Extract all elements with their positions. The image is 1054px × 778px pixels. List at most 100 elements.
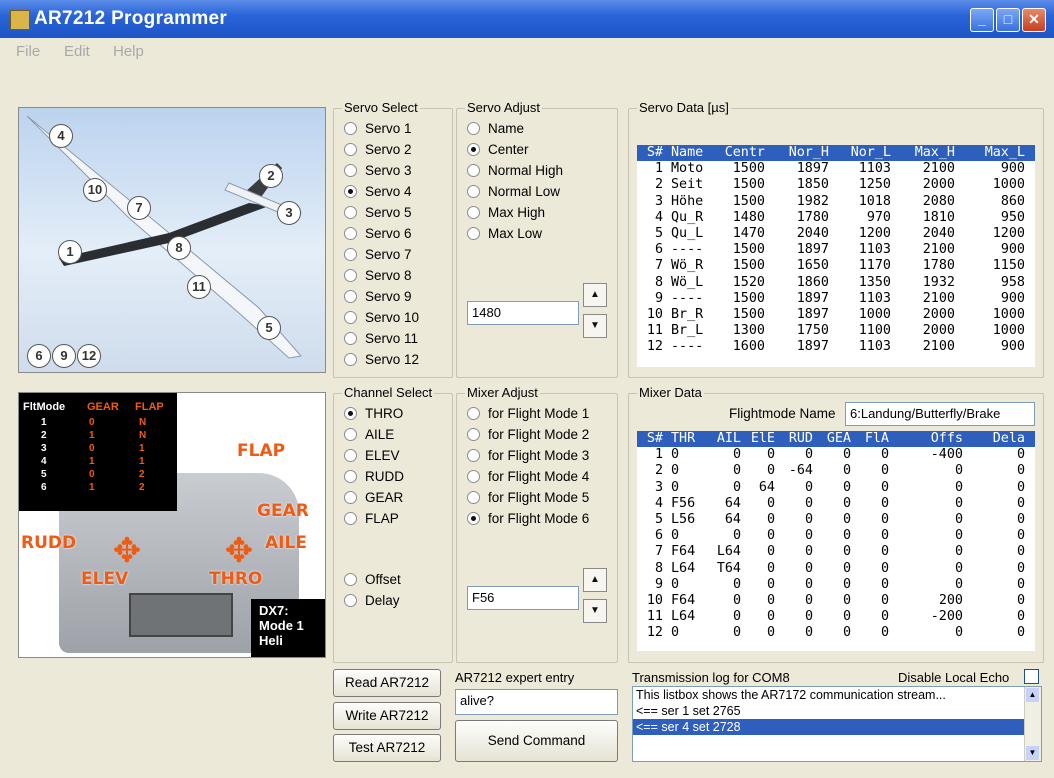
transmitter-image: FltMode GEAR FLAP 1 0 N 2 1 N 3 0 1 4 1 1 5 0 2 6 1 2 FLA… [18, 392, 326, 658]
servo-radio-1[interactable]: Servo 1 [344, 120, 412, 138]
mixer-mode-radio-4[interactable]: for Flight Mode 4 [467, 468, 589, 486]
servo_data-cell: 1897 [796, 161, 829, 177]
servo_data-row[interactable]: 3 Höhe 1500 1982 1018 2080 860 [637, 194, 1035, 210]
servo-radio-7[interactable]: Servo 7 [344, 246, 412, 264]
mixer_data-row[interactable]: 8 L64 T64 0 0 0 0 0 0 [637, 561, 1035, 577]
servo_data-cell: 900 [1000, 290, 1025, 306]
servo_data-row[interactable]: 12 ---- 1600 1897 1103 2100 900 [637, 339, 1035, 355]
mixer_data-row[interactable]: 900000000 [637, 577, 1035, 593]
menu-edit[interactable]: Edit [64, 43, 90, 60]
servo_data-row[interactable]: 2 Seit 1500 1850 1250 2000 1000 [637, 177, 1035, 193]
servo_data-row[interactable]: 6 ---- 1500 1897 1103 2100 900 [637, 242, 1035, 258]
servo-value-up-button[interactable]: ▲ [583, 283, 607, 307]
channel-radio-3[interactable]: ELEV [344, 447, 400, 465]
servo_data-cell: 1170 [858, 258, 891, 274]
servo_data-row[interactable]: 7 Wö_R 1500 1650 1170 1780 1150 [637, 258, 1035, 274]
servo_data-cell: 2080 [922, 193, 955, 209]
mixer_data-header-row[interactable]: S# THR AIL ElE RUD GEA FlA Offs Dela [637, 431, 1035, 448]
mixer_data-cell: 0 [804, 576, 813, 592]
mixer-value-down-button[interactable]: ▼ [583, 599, 607, 623]
write-button[interactable]: Write AR7212 [333, 702, 441, 730]
log-listbox[interactable]: This listbox shows the AR7172 communicat… [632, 686, 1042, 762]
flightmode-table-cell: 2 [41, 430, 47, 441]
mixer-mode-radio-6[interactable]: for Flight Mode 6 [467, 510, 589, 528]
read-button[interactable]: Read AR7212 [333, 669, 441, 697]
servo_data-row[interactable]: 5 Qu_L 1470 2040 1200 2040 1200 [637, 226, 1035, 242]
servo_data-header-row[interactable]: S# Name Centr Nor_H Nor_L Max_H Max_L [637, 145, 1035, 162]
test-button[interactable]: Test AR7212 [333, 734, 441, 762]
mixer_data-row[interactable]: 2 0 0 0 -64 0 0 0 0 [637, 463, 1035, 479]
servo-radio-9[interactable]: Servo 9 [344, 288, 412, 306]
channel-radio-6[interactable]: FLAP [344, 510, 399, 528]
servo-radio-2[interactable]: Servo 2 [344, 141, 412, 159]
servo_data-row[interactable]: 1 Moto 1500 1897 1103 2100 900 [637, 161, 1035, 177]
servo-radio-5[interactable]: Servo 5 [344, 204, 412, 222]
servo-radio-3[interactable]: Servo 3 [344, 162, 412, 180]
adjust-radio-3[interactable]: Normal High [467, 162, 563, 180]
servo-radio-10[interactable]: Servo 10 [344, 309, 419, 327]
servo-value-down-button[interactable]: ▼ [583, 314, 607, 338]
mixer_data-cell: 0 [1016, 609, 1025, 625]
mixer_data-row[interactable]: 4 F56 64 0 0 0 0 0 0 [637, 496, 1035, 512]
adjust-radio-6[interactable]: Max Low [467, 225, 542, 243]
mixer-data-table[interactable]: S# THR AIL ElE RUD GEA FlA Offs Dela 1 0 0 0 0 0 0 -400 0… [637, 431, 1035, 651]
mixer_data-row[interactable]: 5 L56 64 0 0 0 0 0 0 [637, 512, 1035, 528]
mixer_data-row[interactable]: 12 0 0 0 0 0 0 0 0 [637, 625, 1035, 641]
adjust-radio-1[interactable]: Name [467, 120, 524, 138]
mixer-mode-radio-3[interactable]: for Flight Mode 3 [467, 447, 589, 465]
log-scrollbar[interactable]: ▲ ▼ [1024, 687, 1041, 761]
send-command-button[interactable]: Send Command [455, 720, 618, 762]
servo_data-row[interactable]: 8 Wö_L 1520 1860 1350 1932 958 [637, 275, 1035, 291]
scroll-down-icon[interactable]: ▼ [1026, 746, 1039, 760]
servo-radio-4[interactable]: Servo 4 [344, 183, 412, 201]
channel-radio-2[interactable]: AILE [344, 426, 394, 444]
mixer_data-row[interactable]: 3 0 0 64 0 0 0 0 0 [637, 480, 1035, 496]
servo-radio-8[interactable]: Servo 8 [344, 267, 412, 285]
mixer-mode-radio-1[interactable]: for Flight Mode 1 [467, 405, 589, 423]
mixer-mode-radio-5[interactable]: for Flight Mode 5 [467, 489, 589, 507]
mixer-value-up-button[interactable]: ▲ [583, 568, 607, 592]
log-line[interactable]: This listbox shows the AR7172 communicat… [633, 687, 1026, 703]
adjust-radio-5[interactable]: Max High [467, 204, 545, 222]
log-line[interactable]: <== ser 4 set 2728 [633, 719, 1026, 735]
log-line[interactable]: <== ser 1 set 2765 [633, 703, 1026, 719]
channel-radio-4[interactable]: RUDD [344, 468, 404, 486]
servo-value-input[interactable]: 1480 [467, 301, 579, 325]
channel-radio-1[interactable]: THRO [344, 405, 403, 423]
servo_data-row[interactable]: 10 Br_R 1500 1897 1000 2000 1000 [637, 307, 1035, 323]
servo-radio-12[interactable]: Servo 12 [344, 351, 419, 369]
servo-data-table[interactable]: S# Name Centr Nor_H Nor_L Max_H Max_L 1 Moto 1500… [637, 145, 1035, 367]
maximize-button[interactable]: □ [996, 8, 1020, 32]
servo-radio-6[interactable]: Servo 6 [344, 225, 412, 243]
servo_data-cell: Seit [671, 177, 704, 193]
servo_data-cell: 1520 [732, 274, 765, 290]
disable-echo-checkbox[interactable] [1024, 669, 1039, 684]
servo_data-cell: 8 [654, 274, 663, 290]
servo_data-row[interactable]: 11 Br_L 1300 1750 1100 2000 1000 [637, 323, 1035, 339]
title-bar[interactable]: AR7212 Programmer _ □ ✕ [0, 0, 1054, 38]
mixer_data-row[interactable]: 11 L64 0 0 0 0 0 -200 0 [637, 609, 1035, 625]
scroll-up-icon[interactable]: ▲ [1026, 688, 1039, 702]
adjust-radio-4[interactable]: Normal Low [467, 183, 560, 201]
close-button[interactable]: ✕ [1022, 8, 1046, 32]
expert-entry-input[interactable]: alive? [455, 689, 618, 715]
channel-extra-radio-2[interactable]: Delay [344, 592, 400, 610]
mixer-mode-radio-2[interactable]: for Flight Mode 2 [467, 426, 589, 444]
menu-help[interactable]: Help [113, 43, 144, 60]
mixer_data-row[interactable]: 10 F64 0 0 0 0 0 200 0 [637, 593, 1035, 609]
mixer_data-row[interactable]: 1 0 0 0 0 0 0 -400 0 [637, 447, 1035, 463]
channel-radio-5[interactable]: GEAR [344, 489, 403, 507]
flightmode-name-input[interactable]: 6:Landung/Butterfly/Brake [845, 402, 1035, 426]
mixer_data-row[interactable]: 600000000 [637, 528, 1035, 544]
mixer_data-cell: 0 [954, 625, 963, 641]
mixer_data-row[interactable]: 7 F64 L64 0 0 0 0 0 0 [637, 544, 1035, 560]
adjust-radio-2[interactable]: Center [467, 141, 529, 159]
mixer-value-input[interactable]: F56 [467, 586, 579, 610]
servo_data-row[interactable]: 4 Qu_R 1480 1780 970 1810 950 [637, 210, 1035, 226]
servo_data-row[interactable]: 9 ---- 1500 1897 1103 2100 900 [637, 291, 1035, 307]
servo-radio-11[interactable]: Servo 11 [344, 330, 418, 348]
minimize-button[interactable]: _ [970, 8, 994, 32]
menu-file[interactable]: File [16, 43, 40, 60]
channel-radio-label: RUDD [365, 469, 404, 485]
channel-extra-radio-1[interactable]: Offset [344, 571, 401, 589]
